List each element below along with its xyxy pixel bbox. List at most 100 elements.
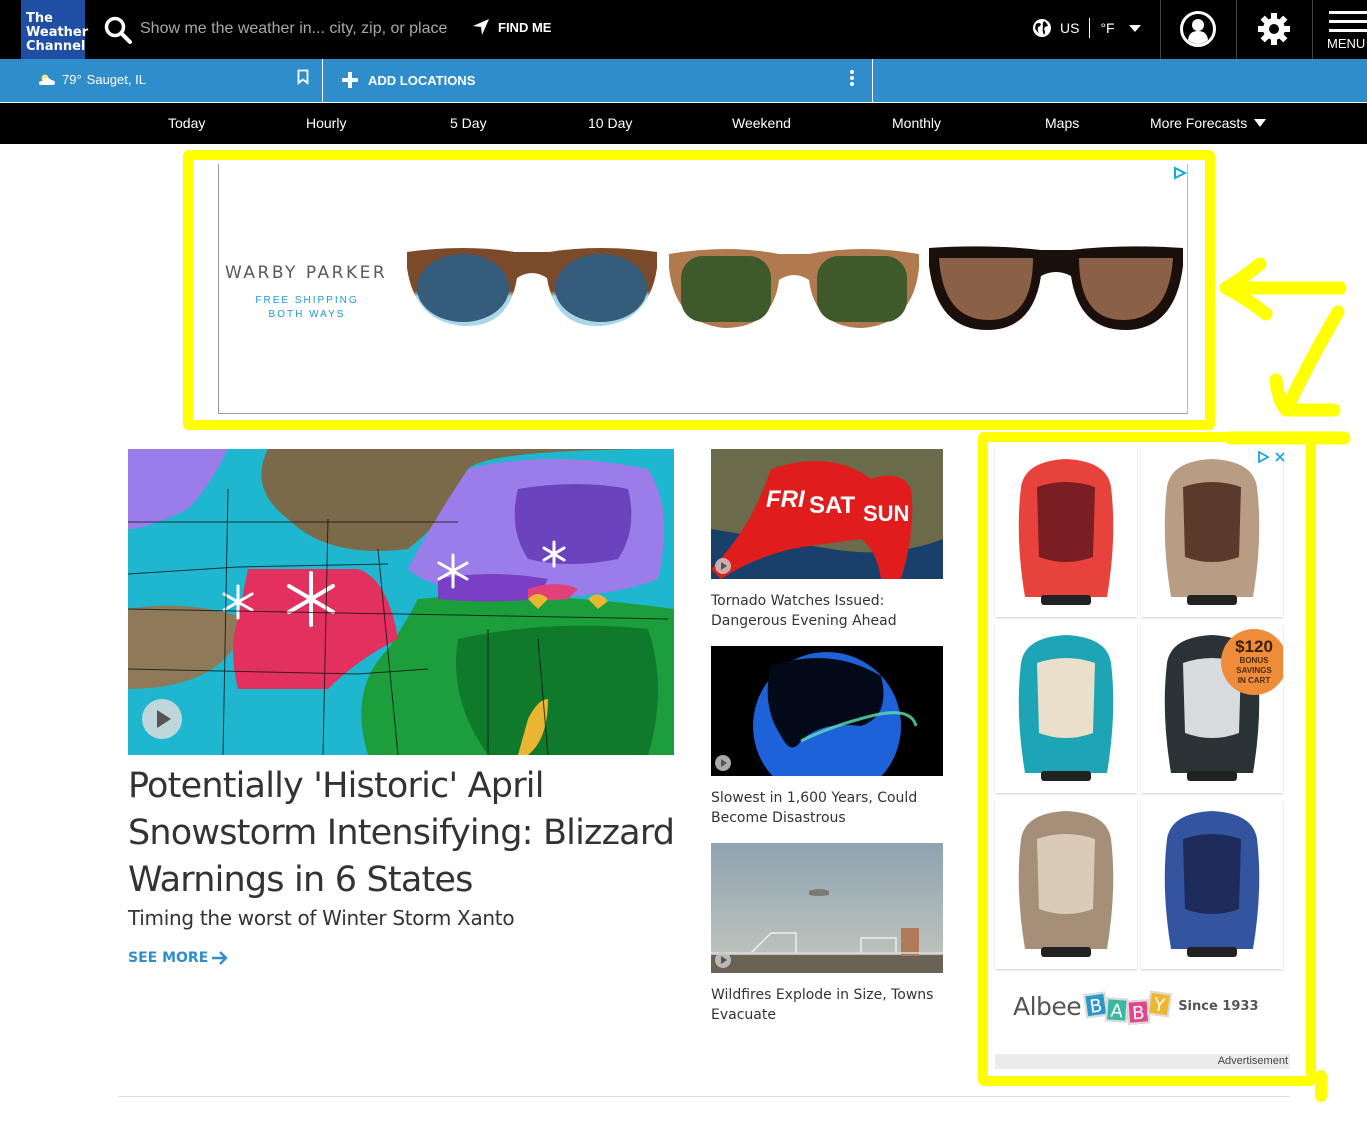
side-story[interactable]: FRI SAT SUN Tornado Watches Issued: Dang… [711, 449, 943, 631]
play-icon[interactable] [715, 952, 731, 968]
arrow-right-icon [212, 951, 228, 965]
nav-10-day[interactable]: 10 Day [588, 115, 632, 131]
logo-line-2: Weather [26, 25, 89, 40]
annotation-tail [1315, 1070, 1327, 1102]
forecast-nav: Today Hourly 5 Day 10 Day Weekend Monthl… [0, 103, 1367, 144]
thumb-label: SUN [863, 501, 909, 526]
see-more-label: SEE MORE [128, 950, 209, 966]
nav-hourly[interactable]: Hourly [306, 115, 346, 131]
see-more-link[interactable]: SEE MORE [128, 950, 229, 966]
albee-baby-logo[interactable]: Albee BABY Since 1933 [1013, 990, 1259, 1025]
wildfire-helicopter-image [711, 843, 943, 973]
adchoices-icon[interactable] [1173, 166, 1187, 180]
ad-tagline-line: BOTH WAYS [268, 309, 346, 320]
bonus-line: BONUS [1239, 656, 1269, 665]
nav-5-day[interactable]: 5 Day [450, 115, 487, 131]
locale-selector[interactable]: US °F [1032, 18, 1141, 38]
hamburger-icon-bar [1329, 20, 1367, 23]
ad-brand: WARBY PARKER [225, 263, 388, 283]
ad-tagline: FREE SHIPPING BOTH WAYS [255, 294, 359, 322]
find-me-label: FIND ME [498, 19, 552, 35]
advertisement-label: Advertisement [995, 1054, 1290, 1069]
annotation-arrows [1219, 257, 1351, 445]
nav-maps[interactable]: Maps [1045, 115, 1079, 131]
snowstorm-map-image [128, 449, 674, 755]
story-title: Tornado Watches Issued: Dangerous Evenin… [711, 593, 897, 629]
main-story-image[interactable] [128, 449, 674, 755]
car-seat-tan-tile[interactable] [1141, 447, 1283, 617]
location-arrow-icon [473, 19, 489, 35]
search-icon[interactable] [103, 15, 133, 45]
side-story[interactable]: Slowest in 1,600 Years, Could Become Dis… [711, 646, 943, 828]
current-temp: 79° [62, 72, 82, 87]
nav-weekend[interactable]: Weekend [732, 115, 791, 131]
add-locations-label: ADD LOCATIONS [368, 72, 476, 88]
divider [1160, 0, 1161, 59]
sunglasses-green-lens [669, 249, 919, 328]
car-seat-red-image [1018, 459, 1114, 605]
car-seat-teal-tile[interactable] [995, 623, 1137, 793]
arrow-left-icon [1219, 257, 1347, 321]
car-seat-blue-image [1164, 811, 1260, 957]
partly-cloudy-icon [39, 74, 55, 85]
divider [872, 59, 873, 102]
side-story[interactable]: Wildfires Explode in Size, Towns Evacuat… [711, 843, 943, 1025]
play-icon[interactable] [142, 699, 182, 739]
bonus-line: SAVINGS [1236, 666, 1272, 675]
story-thumbnail [711, 843, 943, 973]
warby-parker-ad[interactable]: WARBY PARKER FREE SHIPPING BOTH WAYS [218, 164, 1188, 414]
user-circle-icon[interactable] [1179, 10, 1217, 48]
search-input[interactable] [140, 14, 460, 44]
location-bar: 79° Sauget, IL ADD LOCATIONS [0, 59, 1367, 102]
menu-label: MENU [1327, 36, 1366, 51]
bonus-savings-badge: $120 BONUS SAVINGS IN CART [1221, 629, 1283, 695]
bonus-amount: $120 [1235, 637, 1273, 656]
car-seat-beige-image [1018, 811, 1114, 957]
chevron-down-icon [1128, 24, 1141, 32]
weather-channel-logo[interactable]: The Weather Channel [21, 0, 89, 59]
car-seat-beige-tile[interactable] [995, 799, 1137, 969]
car-seat-blue-tile[interactable] [1141, 799, 1283, 969]
car-seat-red-tile[interactable] [995, 447, 1137, 617]
logo-line-3: Channel [26, 39, 86, 54]
nav-more-forecasts-label: More Forecasts [1150, 115, 1248, 131]
plus-icon [342, 72, 358, 88]
divider [1312, 0, 1313, 59]
nav-more-forecasts[interactable]: More Forecasts [1150, 115, 1267, 131]
hamburger-icon-bar [1329, 29, 1367, 32]
current-location-name: Sauget, IL [86, 72, 146, 87]
more-options-icon[interactable] [850, 70, 856, 86]
locale-separator [1089, 18, 1091, 38]
adchoices-icon[interactable] [1257, 451, 1287, 463]
hamburger-icon [1329, 11, 1367, 14]
gear-icon[interactable] [1256, 11, 1292, 47]
region-label: US [1060, 20, 1080, 36]
divider [322, 59, 323, 102]
logo-line-1: The [26, 11, 53, 26]
nav-today[interactable]: Today [168, 115, 205, 131]
story-thumbnail: FRI SAT SUN [711, 449, 943, 579]
car-seat-teal-image [1018, 635, 1114, 781]
sunglasses-brown-lens [929, 246, 1183, 330]
ad-tagline-line: FREE SHIPPING [255, 295, 359, 306]
car-seat-tan-image [1164, 459, 1260, 605]
find-me-button[interactable]: FIND ME [472, 18, 551, 36]
main-story-headline[interactable]: Potentially 'Historic' April Snowstorm I… [128, 763, 688, 904]
sunglasses-blue-lens [407, 248, 657, 327]
albee-baby-ad[interactable]: $120 BONUS SAVINGS IN CART Albee BABY Since… [995, 447, 1290, 1071]
play-icon[interactable] [715, 755, 731, 771]
play-icon[interactable] [715, 558, 731, 574]
menu-button[interactable]: MENU [1326, 9, 1367, 54]
car-seat-black-tile[interactable]: $120 BONUS SAVINGS IN CART [1141, 623, 1283, 793]
thumb-label: SAT [809, 492, 856, 519]
add-locations-button[interactable]: ADD LOCATIONS [342, 72, 475, 88]
arrow-down-left-icon [1269, 305, 1345, 417]
thumb-label: FRI [766, 486, 806, 513]
brand-word: Albee [1013, 992, 1082, 1021]
unit-label: °F [1100, 20, 1115, 36]
bookmark-icon[interactable] [297, 69, 309, 85]
current-location[interactable]: 79° Sauget, IL [38, 72, 146, 87]
story-title: Slowest in 1,600 Years, Could Become Dis… [711, 790, 918, 826]
nav-monthly[interactable]: Monthly [892, 115, 941, 131]
brand-block: Y [1147, 990, 1173, 1017]
